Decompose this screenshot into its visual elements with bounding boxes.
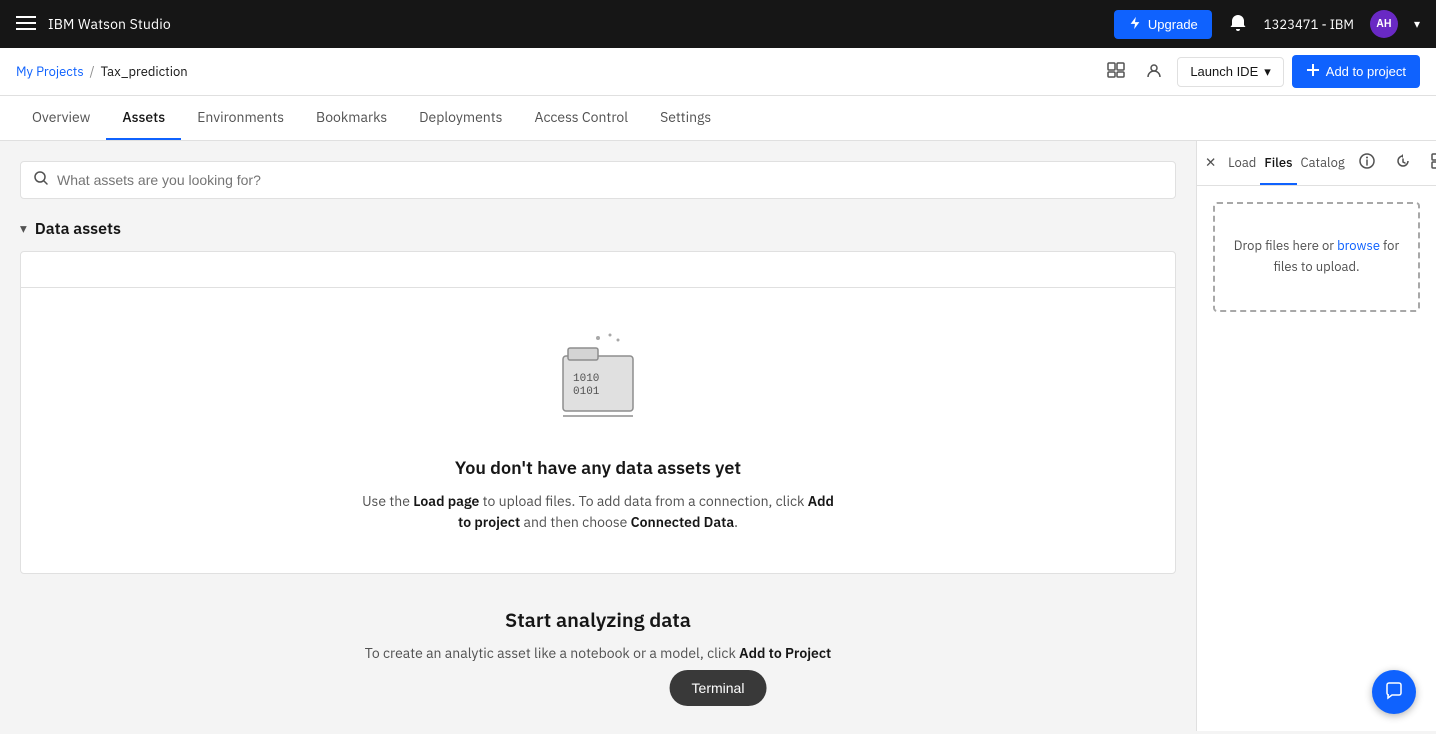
start-analyzing-section: Start analyzing data To create an analyt… xyxy=(20,574,1176,680)
data-assets-box: 1010 0101 You don't have any data assets… xyxy=(20,251,1176,574)
add-to-project-label: Add to project xyxy=(1326,64,1406,79)
top-bar: IBM Watson Studio Upgrade 1323471 - IBM … xyxy=(0,0,1436,48)
tab-bar: Overview Assets Environments Bookmarks D… xyxy=(0,96,1436,141)
search-bar xyxy=(20,161,1176,199)
top-bar-left: IBM Watson Studio xyxy=(16,13,171,36)
breadcrumb-actions: Launch IDE ▾ Add to project xyxy=(1101,55,1420,88)
breadcrumb-separator: / xyxy=(90,63,95,80)
start-analyzing-desc: To create an analytic asset like a noteb… xyxy=(40,643,1156,664)
breadcrumb-bar: My Projects / Tax_prediction xyxy=(0,48,1436,96)
launch-ide-chevron-icon: ▾ xyxy=(1264,64,1271,80)
empty-desc-text1: Use the xyxy=(362,492,413,510)
breadcrumb-my-projects[interactable]: My Projects xyxy=(16,63,84,80)
user-id-label: 1323471 - IBM xyxy=(1264,16,1354,33)
drop-zone: Drop files here or browse for files to u… xyxy=(1213,202,1420,312)
close-panel-button[interactable]: ✕ xyxy=(1197,143,1224,183)
empty-desc-text3: and then choose xyxy=(520,513,630,531)
chevron-down-icon: ▾ xyxy=(20,221,27,237)
hamburger-menu-button[interactable] xyxy=(16,13,36,36)
notifications-button[interactable] xyxy=(1228,13,1248,36)
avatar: AH xyxy=(1370,10,1398,38)
add-icon xyxy=(1306,63,1320,80)
section-toggle-button[interactable]: ▾ xyxy=(20,221,27,237)
empty-desc-text4: . xyxy=(734,513,738,531)
section-title: Data assets xyxy=(35,219,121,239)
breadcrumb-current-project: Tax_prediction xyxy=(101,63,188,80)
account-info: 1323471 - IBM xyxy=(1264,16,1354,33)
info-icon xyxy=(1359,153,1375,173)
load-page-link[interactable]: Load page xyxy=(413,492,479,510)
data-assets-header-row xyxy=(21,252,1175,288)
content-area: ▾ Data assets xyxy=(0,141,1196,731)
tab-settings[interactable]: Settings xyxy=(644,96,727,140)
tab-bookmarks[interactable]: Bookmarks xyxy=(300,96,403,140)
right-panel: ✕ Load Files Catalog xyxy=(1196,141,1436,731)
rp-tab-files[interactable]: Files xyxy=(1260,142,1296,185)
search-icon xyxy=(33,170,49,190)
rp-tab-catalog[interactable]: Catalog xyxy=(1297,142,1349,185)
empty-state: 1010 0101 You don't have any data assets… xyxy=(338,288,858,573)
hamburger-icon xyxy=(16,13,36,36)
history-icon xyxy=(1395,153,1411,173)
main-layout: ▾ Data assets xyxy=(0,141,1436,731)
lightning-icon xyxy=(1128,16,1142,33)
chat-icon xyxy=(1384,681,1404,704)
collaborate-button[interactable] xyxy=(1139,55,1169,88)
upgrade-button[interactable]: Upgrade xyxy=(1114,10,1212,39)
terminal-button[interactable]: Terminal xyxy=(670,670,767,706)
data-assets-section-header: ▾ Data assets xyxy=(20,219,1176,239)
svg-text:1010: 1010 xyxy=(573,373,599,385)
upgrade-label: Upgrade xyxy=(1148,17,1198,32)
empty-desc-text2: to upload files. To add data from a conn… xyxy=(479,492,807,510)
empty-state-title: You don't have any data assets yet xyxy=(455,456,741,479)
search-input[interactable] xyxy=(57,172,1163,188)
account-menu-chevron[interactable]: ▾ xyxy=(1414,17,1420,31)
view-options-button[interactable] xyxy=(1101,55,1131,88)
launch-ide-label: Launch IDE xyxy=(1190,64,1258,79)
start-analyzing-text1: To create an analytic asset like a noteb… xyxy=(365,644,739,662)
tab-access-control[interactable]: Access Control xyxy=(519,96,645,140)
tab-overview[interactable]: Overview xyxy=(16,96,106,140)
breadcrumb: My Projects / Tax_prediction xyxy=(16,63,188,80)
rp-tab-load[interactable]: Load xyxy=(1224,142,1260,185)
svg-text:0101: 0101 xyxy=(573,386,600,398)
browse-link[interactable]: browse xyxy=(1337,237,1380,254)
connected-data-link[interactable]: Connected Data xyxy=(631,513,735,531)
bell-icon xyxy=(1228,13,1248,36)
right-panel-tabs: ✕ Load Files Catalog xyxy=(1197,141,1436,186)
chat-button[interactable] xyxy=(1372,670,1416,714)
tab-environments[interactable]: Environments xyxy=(181,96,300,140)
empty-state-description: Use the Load page to upload files. To ad… xyxy=(358,491,838,533)
tab-assets[interactable]: Assets xyxy=(106,96,181,140)
top-bar-right: Upgrade 1323471 - IBM AH ▾ xyxy=(1114,10,1420,39)
close-icon: ✕ xyxy=(1205,155,1216,171)
view-options-icon xyxy=(1107,61,1125,82)
rp-icon-grid[interactable] xyxy=(1421,141,1436,185)
launch-ide-button[interactable]: Launch IDE ▾ xyxy=(1177,57,1283,87)
grid-icon xyxy=(1431,153,1436,173)
empty-data-illustration: 1010 0101 xyxy=(538,328,658,432)
brand-label: IBM Watson Studio xyxy=(48,15,171,33)
start-analyzing-add-link[interactable]: Add to Project xyxy=(739,644,831,662)
rp-icon-info[interactable] xyxy=(1349,141,1385,185)
drop-zone-text1: Drop files here or xyxy=(1234,237,1337,254)
add-to-project-button[interactable]: Add to project xyxy=(1292,55,1420,88)
collaborate-icon xyxy=(1145,61,1163,82)
start-analyzing-title: Start analyzing data xyxy=(40,606,1156,633)
tab-deployments[interactable]: Deployments xyxy=(403,96,518,140)
rp-icon-history[interactable] xyxy=(1385,141,1421,185)
